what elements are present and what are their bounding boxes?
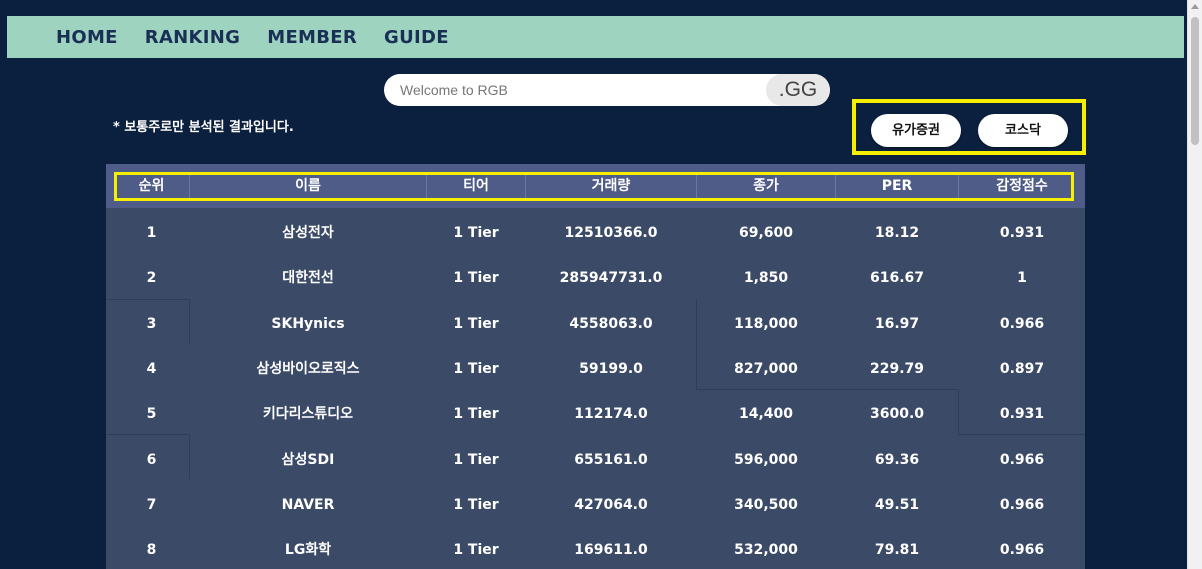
page: HOME RANKING MEMBER GUIDE .GG * 보통주로만 분석… [0,0,1202,569]
cell-close-price: 1,850 [743,270,789,287]
cell-rank: 3 [146,315,157,332]
cell-close-price: 14,400 [738,406,794,423]
table-row[interactable]: 1 삼성전자 1 Tier 12510366.0 69,600 18.12 0.931 [106,211,1085,256]
cell-volume: 4558063.0 [569,315,653,332]
kospi-button[interactable]: 유가증권 [871,114,961,147]
cell-name[interactable]: 대한전선 [190,256,426,301]
cell-volume: 12510366.0 [564,225,658,241]
scrollbar-thumb[interactable] [1191,17,1199,145]
cell-volume: 285947731.0 [559,270,663,287]
cell-name[interactable]: 삼성SDI [190,438,426,483]
cell-volume: 59199.0 [579,360,643,377]
cell-name[interactable]: SKHynics [190,302,426,347]
cell-name[interactable]: 키다리스튜디오 [190,392,426,437]
nav-ranking[interactable]: RANKING [145,27,240,48]
cell-sentiment-score: 0.897 [999,360,1045,377]
cell-per: 3600.0 [869,406,925,423]
cell-name[interactable]: LG화학 [190,528,426,569]
nav-home[interactable]: HOME [56,27,118,48]
cell-volume: 169611.0 [574,542,648,559]
cell-volume: 427064.0 [574,496,648,513]
cell-rank: 5 [146,406,157,423]
cell-tier: 1 Tier [453,225,499,241]
table-row[interactable]: 7 NAVER 1 Tier 427064.0 340,500 49.51 0.966 [106,483,1085,528]
kosdaq-button[interactable]: 코스닥 [978,114,1068,147]
nav-guide[interactable]: GUIDE [384,27,449,48]
cell-sentiment-score: 0.966 [999,542,1045,559]
cell-close-price: 340,500 [734,496,798,513]
cell-sentiment-score: 0.966 [999,496,1045,513]
search-bar: .GG [384,74,830,106]
header-highlight [114,172,1074,201]
table-row[interactable]: 3 SKHynics 1 Tier 4558063.0 118,000 16.97 0.96… [106,302,1085,347]
cell-sentiment-score: 0.931 [999,225,1045,241]
scroll-up-icon[interactable] [1191,4,1199,9]
cell-close-price: 69,600 [738,225,794,241]
cell-name[interactable]: NAVER [190,483,426,528]
cell-volume: 112174.0 [574,406,648,423]
table-header: 순위 이름 티어 거래량 종가 PER 감정점수 [106,164,1085,208]
cell-rank: 7 [146,496,157,513]
cell-per: 616.67 [869,270,925,287]
cell-close-price: 827,000 [734,360,798,377]
search-button[interactable]: .GG [766,74,830,106]
cell-name[interactable]: 삼성전자 [190,211,426,256]
search-input[interactable] [400,74,760,106]
top-nav: HOME RANKING MEMBER GUIDE [7,16,1184,58]
cell-per: 79.81 [874,542,920,559]
scrollbar[interactable] [1187,0,1202,569]
cell-rank: 2 [146,270,157,287]
cell-sentiment-score: 1 [1017,270,1027,287]
cell-sentiment-score: 0.931 [999,406,1045,423]
cell-per: 18.12 [874,225,920,241]
cell-rank: 6 [146,451,157,468]
cell-per: 49.51 [874,496,920,513]
ranking-table: 순위 이름 티어 거래량 종가 PER 감정점수 1 삼성전자 1 Tier 1251… [106,164,1085,569]
cell-close-price: 532,000 [734,542,798,559]
cell-volume: 655161.0 [574,451,648,468]
cell-tier: 1 Tier [453,542,499,559]
cell-close-price: 118,000 [734,315,798,332]
cell-tier: 1 Tier [453,270,499,287]
cell-tier: 1 Tier [453,406,499,423]
cell-tier: 1 Tier [453,451,499,468]
cell-rank: 1 [146,225,157,241]
cell-close-price: 596,000 [734,451,798,468]
cell-rank: 4 [146,360,157,377]
table-row[interactable]: 6 삼성SDI 1 Tier 655161.0 596,000 69.36 0.966 [106,438,1085,483]
cell-tier: 1 Tier [453,496,499,513]
cell-sentiment-score: 0.966 [999,315,1045,332]
cell-per: 229.79 [869,360,925,377]
table-row[interactable]: 8 LG화학 1 Tier 169611.0 532,000 79.81 0.966 [106,528,1085,569]
cell-tier: 1 Tier [453,315,499,332]
analysis-note: * 보통주로만 분석된 결과입니다. [113,120,294,135]
table-row[interactable]: 2 대한전선 1 Tier 285947731.0 1,850 616.67 1 [106,256,1085,301]
cell-sentiment-score: 0.966 [999,451,1045,468]
cell-name[interactable]: 삼성바이오로직스 [190,347,426,392]
table-row[interactable]: 5 키다리스튜디오 1 Tier 112174.0 14,400 3600.0 0.931 [106,392,1085,437]
cell-per: 69.36 [874,451,920,468]
cell-per: 16.97 [874,315,920,332]
table-row[interactable]: 4 삼성바이오로직스 1 Tier 59199.0 827,000 229.79 0.897 [106,347,1085,392]
nav-member[interactable]: MEMBER [267,27,357,48]
cell-tier: 1 Tier [453,360,499,377]
cell-rank: 8 [146,542,157,559]
